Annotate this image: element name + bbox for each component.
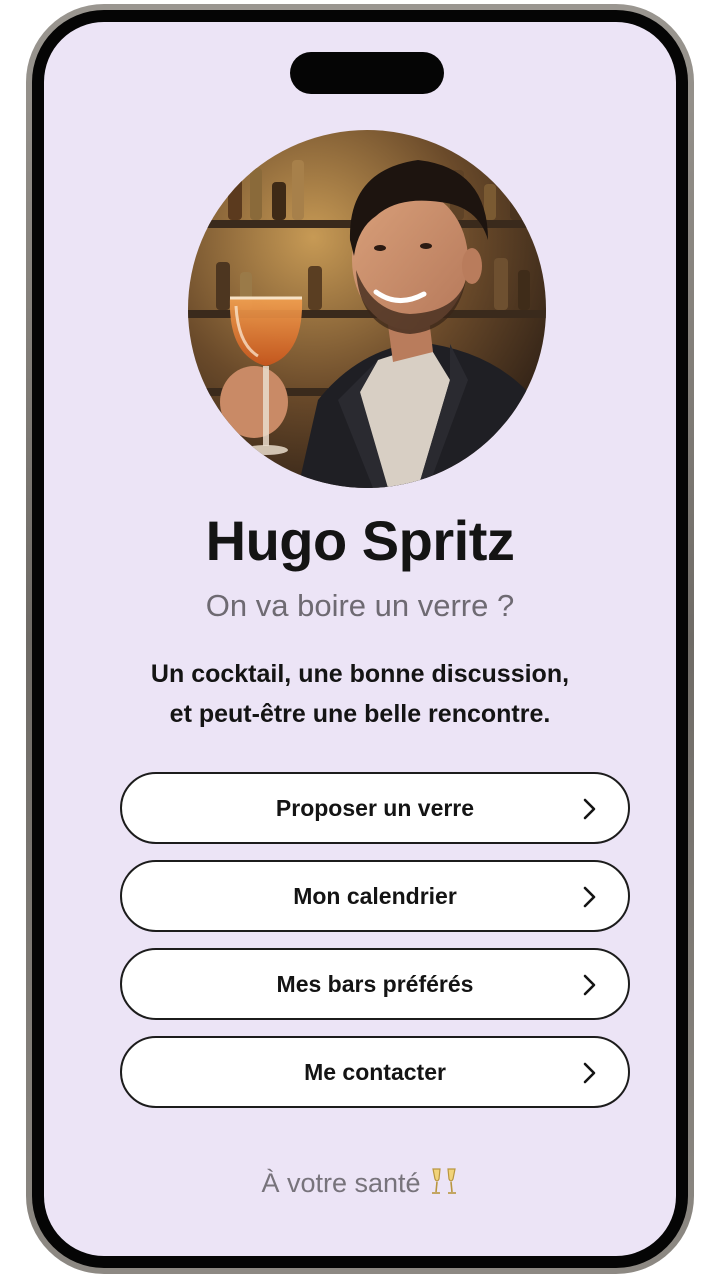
description-line-1: Un cocktail, une bonne discussion, [150, 660, 570, 688]
propose-drink-button[interactable]: Proposer un verre [120, 772, 630, 844]
profile-photo [188, 130, 546, 488]
propose-drink-label: Proposer un verre [275, 795, 475, 821]
avatar [188, 130, 546, 488]
calendar-label: Mon calendrier [293, 883, 457, 909]
calendar-button[interactable]: Mon calendrier [120, 860, 630, 932]
footer: À votre santé [44, 1166, 676, 1199]
chevron-right-icon [583, 1062, 596, 1084]
contact-label: Me contacter [304, 1059, 446, 1085]
contact-button[interactable]: Me contacter [120, 1036, 630, 1108]
favorite-bars-label: Mes bars préférés [276, 971, 474, 997]
dynamic-island [290, 52, 444, 94]
chevron-right-icon [583, 886, 596, 908]
phone-frame: Hugo Spritz On va boire un verre ? Un co… [26, 4, 694, 1274]
favorite-bars-button[interactable]: Mes bars préférés [120, 948, 630, 1020]
phone-bezel: Hugo Spritz On va boire un verre ? Un co… [32, 10, 688, 1268]
profile-name: Hugo Spritz [205, 509, 515, 572]
chevron-right-icon [583, 974, 596, 996]
screen: Hugo Spritz On va boire un verre ? Un co… [44, 22, 676, 1256]
clinking-glasses-icon [431, 1168, 456, 1194]
chevron-right-icon [583, 798, 596, 820]
profile-tagline: On va boire un verre ? [205, 588, 515, 623]
profile-description: Un cocktail, une bonne discussion, et pe… [84, 654, 636, 734]
footer-text: À votre santé [261, 1168, 421, 1198]
description-line-2: et peut-être une belle rencontre. [169, 700, 551, 728]
